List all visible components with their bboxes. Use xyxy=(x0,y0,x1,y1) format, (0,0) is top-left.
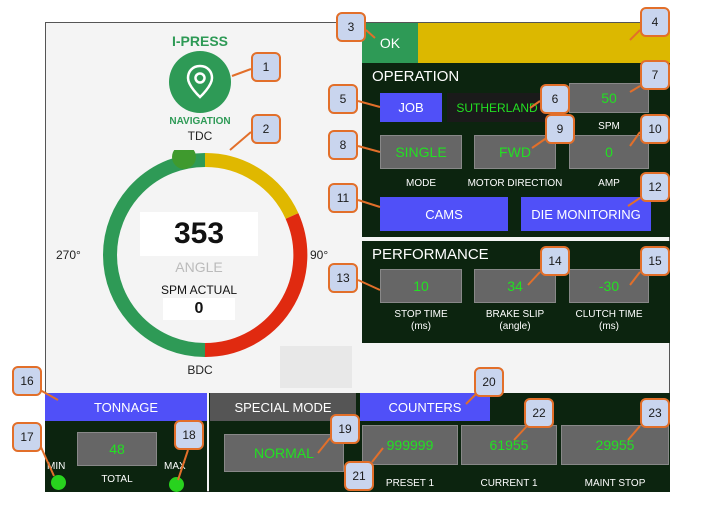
amp-label: AMP xyxy=(598,178,620,189)
amp-field: 0 xyxy=(569,135,649,169)
maint-stop-label: MAINT STOP xyxy=(584,478,646,489)
brand-title: I-PRESS xyxy=(171,33,228,49)
mode-label: MODE xyxy=(406,178,436,189)
spm-field[interactable]: 50 xyxy=(569,83,649,113)
brake-slip-unit: (angle) xyxy=(499,321,531,332)
tdc-label: TDC xyxy=(187,129,213,143)
performance-title: PERFORMANCE xyxy=(372,246,489,263)
tonnage-total-field: 48 xyxy=(77,432,157,466)
stop-time-field: 10 xyxy=(380,269,462,303)
callout-10: 10 xyxy=(640,114,670,144)
tonnage-total-label: TOTAL xyxy=(101,474,133,485)
counters-tab[interactable]: COUNTERS xyxy=(360,393,490,421)
clutch-time-label: CLUTCH TIME xyxy=(575,309,643,320)
angle-label: ANGLE xyxy=(175,259,223,275)
callout-5: 5 xyxy=(328,84,358,114)
clutch-time-unit: (ms) xyxy=(599,321,619,332)
callout-6: 6 xyxy=(540,84,570,114)
operation-title: OPERATION xyxy=(372,68,460,85)
current-1-label: CURRENT 1 xyxy=(480,478,538,489)
callout-7: 7 xyxy=(640,60,670,90)
callout-2: 2 xyxy=(251,114,281,144)
callout-17: 17 xyxy=(12,422,42,452)
tonnage-min-label: MIN xyxy=(47,461,66,472)
special-mode-field[interactable]: NORMAL xyxy=(224,434,344,472)
ok-button[interactable]: OK xyxy=(362,23,418,63)
min-indicator-lamp xyxy=(51,475,66,490)
blank-panel xyxy=(280,346,352,388)
callout-19: 19 xyxy=(330,414,360,444)
callout-4: 4 xyxy=(640,7,670,37)
dial-arc-yellow xyxy=(204,152,299,220)
spm-actual-label: SPM ACTUAL xyxy=(160,283,238,297)
mode-field[interactable]: SINGLE xyxy=(380,135,462,169)
callout-11: 11 xyxy=(328,183,358,213)
angle-value: 353 xyxy=(140,212,258,256)
callout-12: 12 xyxy=(640,172,670,202)
callout-15: 15 xyxy=(640,246,670,276)
motor-direction-field[interactable]: FWD xyxy=(474,135,556,169)
stop-time-unit: (ms) xyxy=(411,321,431,332)
job-button[interactable]: JOB xyxy=(380,93,442,122)
navigation-label: NAVIGATION xyxy=(169,116,231,127)
callout-9: 9 xyxy=(545,114,575,144)
maint-stop-field[interactable]: 29955 xyxy=(561,425,669,465)
navigation-button[interactable] xyxy=(169,51,231,113)
status-bar xyxy=(418,23,670,63)
callout-1: 1 xyxy=(251,52,281,82)
dial-90-label: 90° xyxy=(310,248,329,262)
callout-23: 23 xyxy=(640,398,670,428)
preset-1-field[interactable]: 999999 xyxy=(362,425,458,465)
callout-13: 13 xyxy=(328,263,358,293)
die-monitoring-button[interactable]: DIE MONITORING xyxy=(521,197,651,231)
callout-21: 21 xyxy=(344,461,374,491)
spm-label: SPM xyxy=(598,121,620,132)
current-1-field: 61955 xyxy=(461,425,557,465)
brake-slip-label: BRAKE SLIP xyxy=(485,309,545,320)
bdc-label: BDC xyxy=(187,363,213,377)
map-pin-icon xyxy=(186,64,214,99)
tonnage-button[interactable]: TONNAGE xyxy=(45,393,207,421)
callout-3: 3 xyxy=(336,12,366,42)
max-indicator-lamp xyxy=(169,477,184,492)
dial-270-label: 270° xyxy=(56,248,81,262)
stop-time-label: STOP TIME xyxy=(394,309,448,320)
callout-8: 8 xyxy=(328,130,358,160)
spm-actual-value: 0 xyxy=(163,298,235,320)
clutch-time-field: -30 xyxy=(569,269,649,303)
preset-1-label: PRESET 1 xyxy=(385,478,435,489)
callout-16: 16 xyxy=(12,366,42,396)
callout-18: 18 xyxy=(174,420,204,450)
job-name: SUTHERLAND xyxy=(447,93,547,122)
callout-20: 20 xyxy=(474,367,504,397)
cams-button[interactable]: CAMS xyxy=(380,197,508,231)
callout-14: 14 xyxy=(540,246,570,276)
callout-22: 22 xyxy=(524,398,554,428)
motor-direction-label: MOTOR DIRECTION xyxy=(467,178,563,189)
tonnage-max-label: MAX xyxy=(164,461,186,472)
